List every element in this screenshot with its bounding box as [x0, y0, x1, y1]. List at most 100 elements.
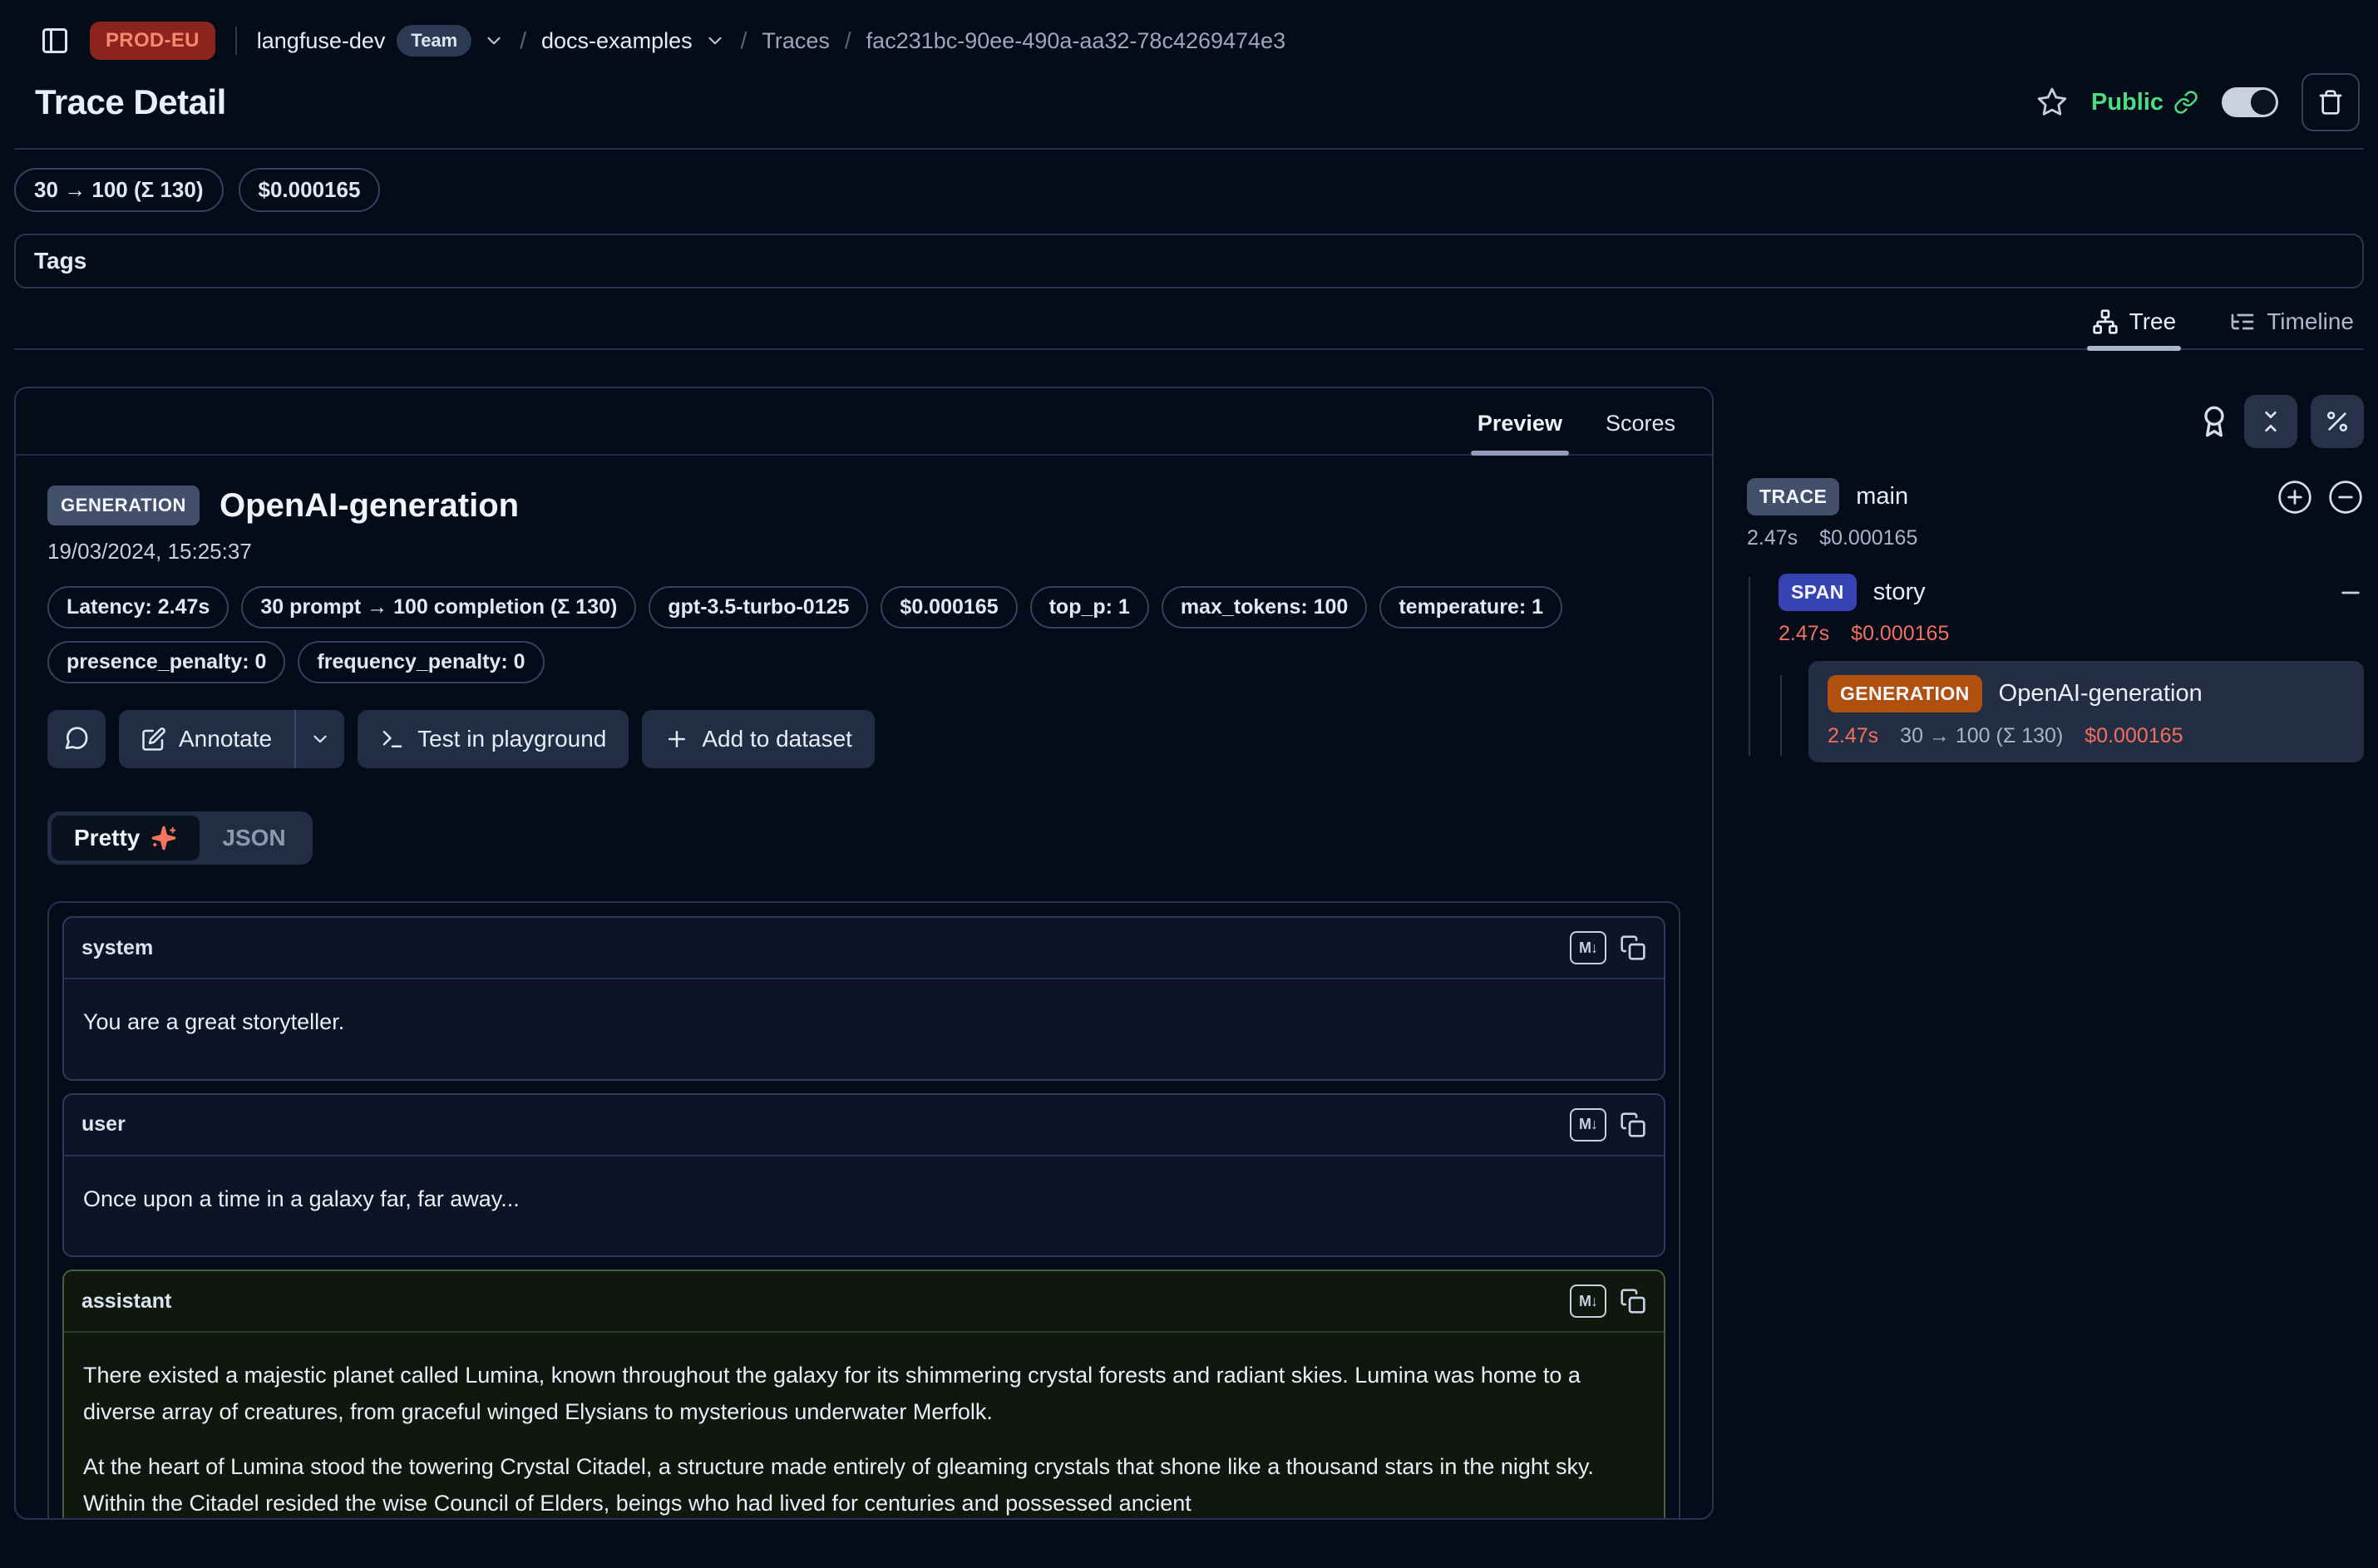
collapse-tree-button[interactable] — [2327, 479, 2364, 515]
comment-button[interactable] — [47, 710, 106, 768]
tab-timeline[interactable]: Timeline — [2224, 293, 2359, 348]
add-to-dataset-button[interactable]: Add to dataset — [642, 710, 875, 768]
generation-row: GENERATION OpenAI-generation — [1828, 675, 2345, 713]
expand-all-button[interactable] — [2277, 479, 2313, 515]
org-name: langfuse-dev — [257, 28, 386, 54]
span-cost: $0.000165 — [1851, 622, 1949, 646]
markdown-toggle-button[interactable]: M↓ — [1570, 1284, 1606, 1318]
message-content: There existed a majestic planet called L… — [64, 1333, 1664, 1518]
panel-left-icon — [40, 26, 70, 56]
panel-tabs: Preview Scores — [16, 388, 1712, 456]
chevron-down-icon — [483, 30, 505, 52]
tags-label: Tags — [34, 248, 86, 274]
public-link[interactable]: Public — [2091, 89, 2198, 116]
assistant-paragraph: At the heart of Lumina stood the towerin… — [83, 1449, 1645, 1518]
frequency-penalty-badge: frequency_penalty: 0 — [298, 641, 544, 683]
public-label: Public — [2091, 89, 2163, 116]
tab-tree[interactable]: Tree — [2087, 293, 2182, 348]
generation-metrics: 2.47s 30 → 100 (Σ 130) $0.000165 — [1828, 724, 2345, 748]
trace-subtree: SPAN story 2.47s $0.000165 GENERATION Op… — [1747, 574, 2364, 762]
page-title: Trace Detail — [35, 82, 226, 122]
delete-trace-button[interactable] — [2302, 73, 2360, 131]
trace-name: main — [1856, 483, 1908, 510]
format-pretty-segment[interactable]: Pretty — [52, 816, 200, 860]
message-role: system — [81, 936, 153, 960]
annotation-queue-button[interactable] — [2198, 405, 2231, 438]
token-usage-badge: 30 prompt → 100 completion (Σ 130) — [241, 586, 636, 629]
tree-node-trace[interactable]: TRACE main — [1747, 478, 2364, 515]
markdown-icon: M↓ — [1570, 1108, 1606, 1141]
tree-node-span[interactable]: SPAN story — [1779, 574, 2364, 611]
copy-button[interactable] — [1620, 1112, 1646, 1138]
award-icon — [2198, 405, 2231, 438]
tags-section[interactable]: Tags — [14, 234, 2364, 288]
generation-cost: $0.000165 — [2084, 724, 2183, 748]
tab-tree-label: Tree — [2129, 308, 2177, 335]
terminal-icon — [380, 727, 405, 752]
message-content: You are a great storyteller. — [64, 979, 1664, 1079]
message-system: system M↓ You are a great storyteller. — [62, 916, 1665, 1081]
annotate-button[interactable]: Annotate — [119, 710, 294, 768]
pen-square-icon — [141, 727, 166, 752]
tree-zoom-controls — [2277, 479, 2364, 515]
main-content: Preview Scores GENERATION OpenAI-generat… — [14, 387, 2364, 1520]
header-divider — [14, 148, 2364, 150]
observation-header: GENERATION OpenAI-generation — [47, 486, 1680, 525]
collapse-node-button[interactable] — [2337, 579, 2364, 606]
message-role: assistant — [81, 1289, 171, 1314]
trace-latency: 2.47s — [1747, 526, 1798, 550]
trace-cost: $0.000165 — [1819, 526, 1917, 550]
view-tabs: Tree Timeline — [14, 293, 2364, 350]
markdown-toggle-button[interactable]: M↓ — [1570, 1108, 1606, 1141]
markdown-toggle-button[interactable]: M↓ — [1570, 931, 1606, 964]
breadcrumb-org[interactable]: langfuse-dev Team — [257, 25, 505, 57]
playground-button[interactable]: Test in playground — [358, 710, 629, 768]
format-toggle: Pretty JSON — [47, 811, 313, 865]
comment-icon — [63, 726, 90, 752]
observation-actions: Annotate Test in playgroun — [47, 710, 1680, 768]
collapse-all-button[interactable] — [2244, 395, 2297, 448]
annotate-split-button: Annotate — [119, 710, 344, 768]
sparkles-icon — [150, 825, 177, 851]
cost-badge: $0.000165 — [239, 168, 381, 212]
observation-timestamp: 19/03/2024, 15:25:37 — [47, 539, 1680, 565]
tree-actions — [1747, 395, 2364, 448]
presence-penalty-badge: presence_penalty: 0 — [47, 641, 285, 683]
annotate-dropdown-button[interactable] — [296, 710, 344, 768]
message-header: user M↓ — [64, 1095, 1664, 1156]
markdown-icon: M↓ — [1570, 931, 1606, 964]
copy-button[interactable] — [1620, 1288, 1646, 1314]
message-role: user — [81, 1112, 126, 1137]
add-to-dataset-label: Add to dataset — [702, 726, 852, 752]
breadcrumb-project[interactable]: docs-examples — [541, 28, 726, 54]
copy-icon — [1620, 1288, 1646, 1314]
circle-plus-icon — [2277, 479, 2313, 515]
show-percentages-button[interactable] — [2311, 395, 2364, 448]
tab-scores[interactable]: Scores — [1604, 388, 1677, 454]
format-json-segment[interactable]: JSON — [200, 816, 308, 860]
sidebar-toggle-button[interactable] — [40, 26, 70, 56]
message-assistant: assistant M↓ There existed a majestic pl… — [62, 1270, 1665, 1518]
playground-label: Test in playground — [417, 726, 606, 752]
trash-icon — [2317, 89, 2344, 116]
public-toggle[interactable] — [2222, 87, 2278, 117]
tree-icon — [2092, 308, 2119, 335]
breadcrumb-traces-link[interactable]: Traces — [762, 28, 830, 54]
breadcrumb-divider — [235, 27, 237, 55]
breadcrumb-separator: / — [741, 27, 747, 54]
tab-preview[interactable]: Preview — [1476, 388, 1564, 454]
cost-badge: $0.000165 — [881, 586, 1017, 629]
max-tokens-badge: max_tokens: 100 — [1162, 586, 1368, 629]
token-usage-badge: 30 → 100 (Σ 130) — [14, 168, 224, 212]
generation-badge: GENERATION — [1828, 675, 1982, 713]
tree-connector-line — [1780, 675, 1782, 756]
message-content: Once upon a time in a galaxy far, far aw… — [64, 1156, 1664, 1256]
copy-icon — [1620, 1112, 1646, 1138]
tree-node-generation-selected[interactable]: GENERATION OpenAI-generation 2.47s 30 → … — [1808, 661, 2364, 762]
page-header: Trace Detail Public — [35, 73, 2360, 131]
breadcrumb-separator: / — [520, 27, 526, 54]
bookmark-star-button[interactable] — [2036, 86, 2068, 118]
header-actions: Public — [2036, 73, 2360, 131]
copy-button[interactable] — [1620, 934, 1646, 961]
chevron-down-icon — [309, 728, 331, 750]
